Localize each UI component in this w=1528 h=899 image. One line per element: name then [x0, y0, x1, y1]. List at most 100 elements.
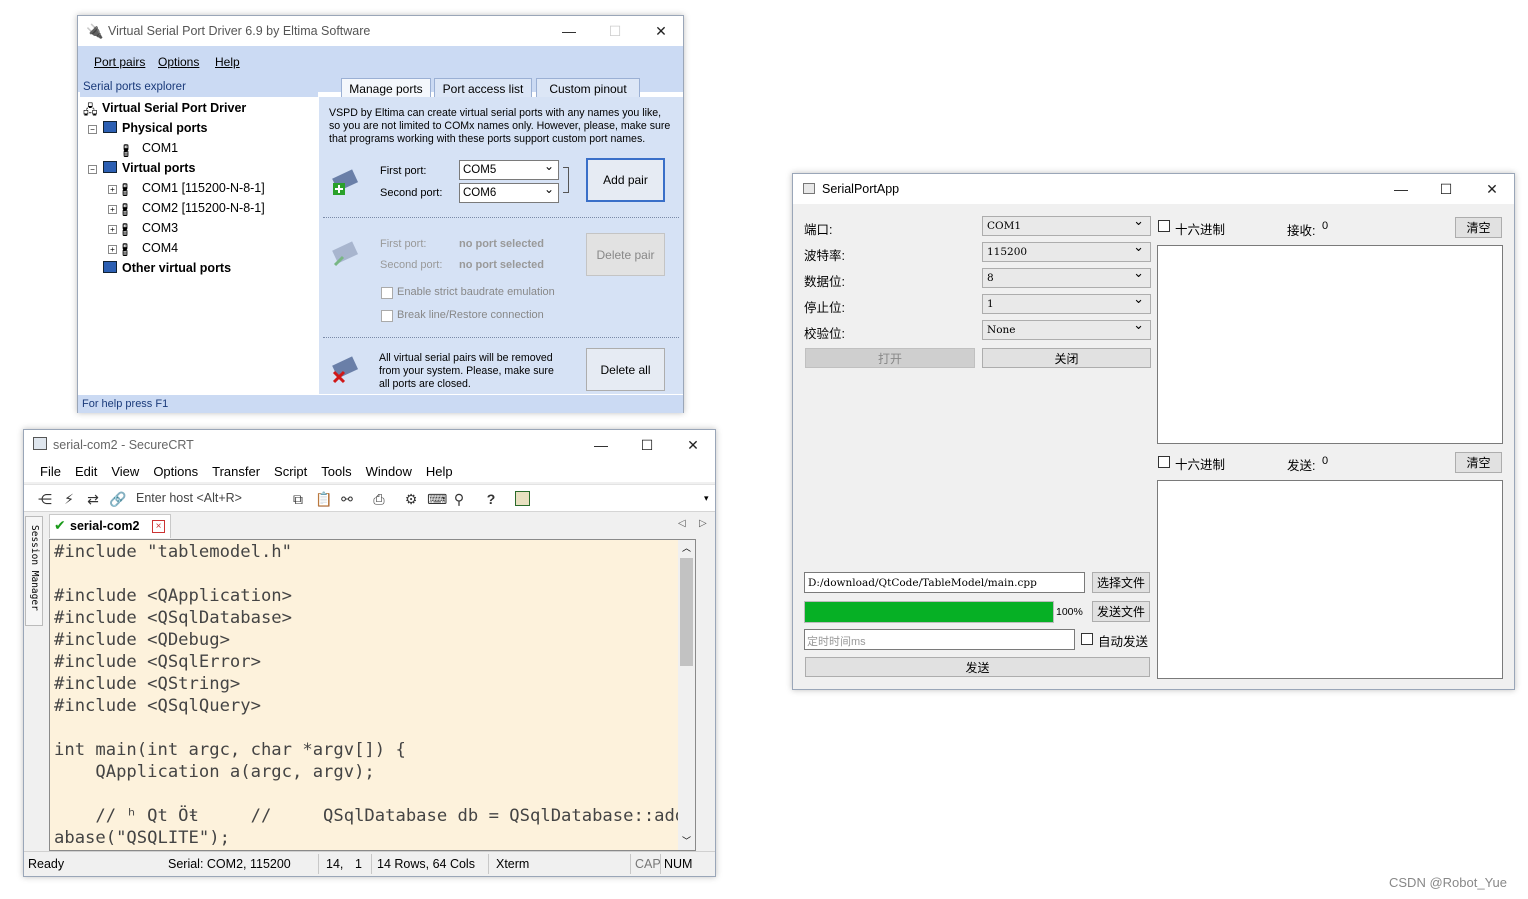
minimize-button[interactable]: —: [578, 430, 624, 460]
maximize-button[interactable]: ☐: [624, 430, 670, 460]
collapse-icon[interactable]: −: [88, 125, 97, 134]
script-icon[interactable]: [515, 491, 530, 506]
clear-tx-button[interactable]: 清空: [1455, 452, 1502, 473]
tree-virtual-com1[interactable]: COM1 [115200-N-8-1]: [142, 181, 265, 195]
file-path-input[interactable]: D:/download/QtCode/TableModel/main.cpp: [804, 572, 1085, 593]
data-bits-select[interactable]: 8: [982, 266, 1151, 288]
send-file-button[interactable]: 发送文件: [1092, 601, 1150, 622]
minimize-button[interactable]: —: [546, 16, 592, 46]
delete-pair-button[interactable]: Delete pair: [586, 233, 665, 276]
break-line-checkbox[interactable]: [381, 310, 393, 322]
expand-icon[interactable]: +: [108, 225, 117, 234]
print-icon[interactable]: ⎙: [371, 491, 387, 507]
maximize-button[interactable]: ☐: [592, 16, 638, 46]
expand-icon[interactable]: +: [108, 205, 117, 214]
menu-file[interactable]: File: [40, 464, 61, 479]
add-pair-button[interactable]: Add pair: [586, 158, 665, 202]
tab-port-access-list[interactable]: Port access list: [434, 78, 532, 98]
minimize-button[interactable]: —: [1378, 174, 1424, 204]
menu-help[interactable]: Help: [426, 464, 453, 479]
scroll-down-icon[interactable]: ﹀: [682, 834, 691, 847]
host-input[interactable]: Enter host <Alt+R>: [136, 491, 242, 505]
tab-scroll-left-icon[interactable]: ◁: [678, 518, 686, 529]
pair-bracket: [563, 167, 569, 193]
menu-tools[interactable]: Tools: [321, 464, 351, 479]
find-icon[interactable]: ⚯: [339, 491, 355, 507]
close-button[interactable]: ✕: [638, 16, 684, 46]
menu-options[interactable]: Options: [153, 464, 198, 479]
send-button[interactable]: 发送: [805, 657, 1150, 677]
second-port-select[interactable]: COM6: [459, 182, 559, 203]
open-button[interactable]: 打开: [805, 348, 975, 368]
sftp-icon[interactable]: ⚲: [451, 491, 467, 507]
close-port-button[interactable]: 关闭: [982, 348, 1151, 368]
collapse-icon[interactable]: −: [88, 165, 97, 174]
timer-interval-input[interactable]: 定时时间ms: [804, 629, 1075, 650]
parity-select[interactable]: None: [982, 318, 1151, 340]
tree-other-virtual-ports[interactable]: Other virtual ports: [122, 261, 231, 275]
paste-icon[interactable]: 📋: [315, 491, 332, 507]
terminal-scrollbar[interactable]: ︿ ﹀: [678, 540, 695, 850]
stop-bits-label: 停止位:: [804, 301, 845, 315]
tree-virtual-com3[interactable]: COM3: [142, 221, 178, 235]
menu-window[interactable]: Window: [366, 464, 412, 479]
quick-connect-icon[interactable]: ⚡: [61, 491, 77, 507]
choose-file-button[interactable]: 选择文件: [1092, 572, 1150, 593]
send-textarea[interactable]: [1157, 480, 1503, 679]
session-manager-tab[interactable]: Session Manager: [25, 516, 43, 626]
crt-title: serial-com2 - SecureCRT: [53, 438, 194, 452]
toolbar-overflow-icon[interactable]: ▾: [704, 493, 709, 504]
copy-icon[interactable]: ⧉: [290, 491, 306, 507]
tree-virtual-ports[interactable]: Virtual ports: [122, 161, 195, 175]
menu-options[interactable]: Options: [158, 55, 199, 69]
stop-bits-select[interactable]: 1: [982, 292, 1151, 314]
first-port-select[interactable]: COM5: [459, 159, 559, 180]
menu-port-pairs[interactable]: Port pairs: [94, 55, 145, 69]
maximize-button[interactable]: ☐: [1423, 174, 1469, 204]
strict-baudrate-checkbox[interactable]: [381, 287, 393, 299]
close-button[interactable]: ✕: [670, 430, 716, 460]
expand-icon[interactable]: +: [108, 245, 117, 254]
menu-help[interactable]: Help: [215, 55, 240, 69]
close-tab-icon[interactable]: ×: [152, 520, 165, 533]
delete-pair-icon: [332, 241, 359, 267]
menu-view[interactable]: View: [111, 464, 139, 479]
tree-physical-ports[interactable]: Physical ports: [122, 121, 207, 135]
expand-icon[interactable]: +: [108, 185, 117, 194]
menu-script[interactable]: Script: [274, 464, 307, 479]
tab-scroll-right-icon[interactable]: ▷: [699, 518, 707, 529]
spa-titlebar: SerialPortApp — ☐ ✕: [793, 174, 1514, 204]
hex-tx-checkbox[interactable]: [1158, 456, 1170, 468]
close-button[interactable]: ✕: [1469, 174, 1515, 204]
help-icon[interactable]: ?: [483, 491, 499, 507]
baud-select[interactable]: 115200: [982, 240, 1151, 262]
serialportapp-window: SerialPortApp — ☐ ✕ 端口: COM1 波特率: 115200…: [792, 173, 1515, 690]
tree-physical-com1[interactable]: COM1: [142, 141, 178, 155]
tab-custom-pinout[interactable]: Custom pinout: [536, 78, 640, 98]
hex-rx-checkbox[interactable]: [1158, 220, 1170, 232]
tree-virtual-com4[interactable]: COM4: [142, 241, 178, 255]
scroll-thumb[interactable]: [680, 558, 693, 666]
clear-rx-button[interactable]: 清空: [1455, 217, 1502, 238]
receive-textarea[interactable]: [1157, 245, 1503, 444]
menu-edit[interactable]: Edit: [75, 464, 97, 479]
rx-count: 0: [1322, 220, 1329, 232]
scroll-up-icon[interactable]: ︿: [682, 541, 691, 554]
tree-virtual-com2[interactable]: COM2 [115200-N-8-1]: [142, 201, 265, 215]
settings-icon[interactable]: ⚙: [403, 491, 419, 507]
tree-root[interactable]: Virtual Serial Port Driver: [102, 101, 246, 115]
tab-manage-ports[interactable]: Manage ports: [341, 78, 431, 98]
status-term: Xterm: [496, 857, 530, 871]
terminal-area[interactable]: #include "tablemodel.h" #include <QAppli…: [49, 539, 696, 851]
status-row: 14,: [326, 857, 344, 871]
port-select[interactable]: COM1: [982, 214, 1151, 236]
session-tab[interactable]: ✔ serial-com2 ×: [49, 514, 171, 538]
reconnect-icon[interactable]: ⇄: [85, 491, 101, 507]
separator: [323, 337, 679, 338]
keymap-icon[interactable]: ⌨: [427, 491, 447, 507]
delete-all-button[interactable]: Delete all: [586, 348, 665, 391]
auto-send-checkbox[interactable]: [1081, 633, 1093, 645]
link-icon[interactable]: 🔗: [109, 491, 126, 507]
connect-bar-icon[interactable]: ⋲: [37, 491, 53, 507]
menu-transfer[interactable]: Transfer: [212, 464, 260, 479]
